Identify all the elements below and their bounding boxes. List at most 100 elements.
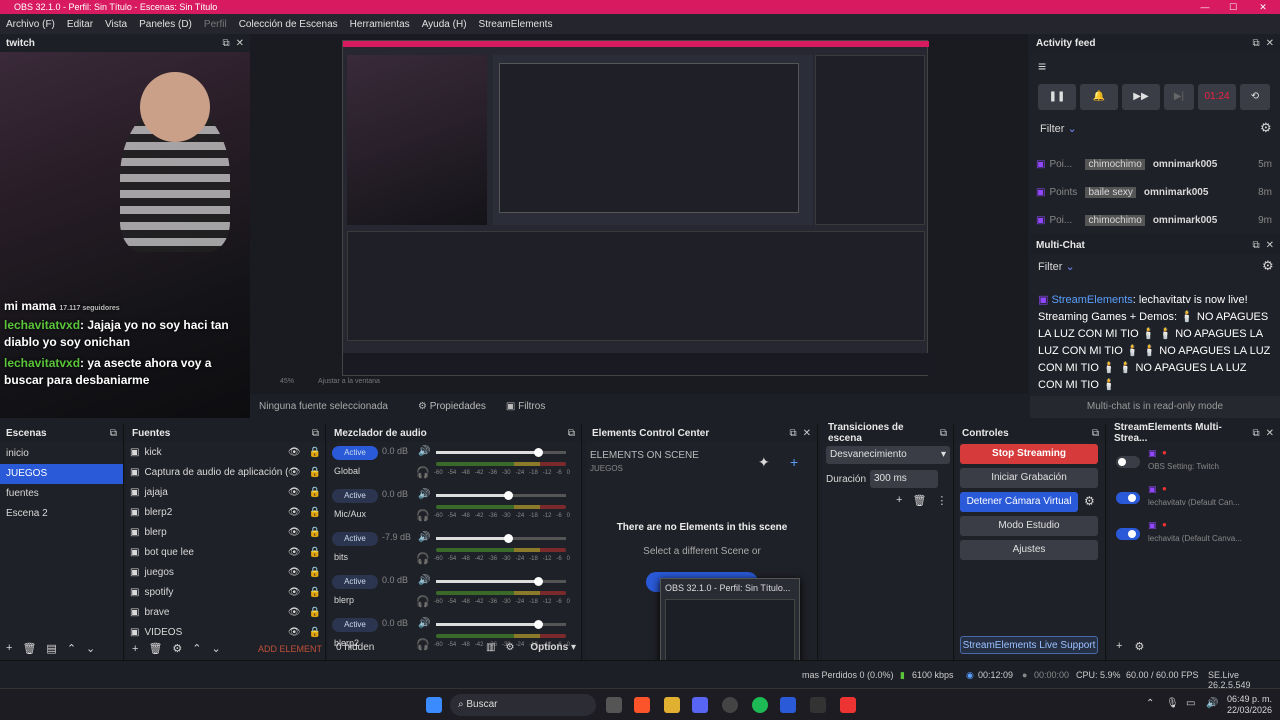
gear-icon[interactable]: ⚙ [1260,120,1272,136]
brave-icon[interactable] [634,697,650,713]
volume-icon[interactable]: 🔊 [418,532,430,543]
slider-handle[interactable] [504,491,513,500]
network-icon[interactable]: ▭ [1186,698,1195,709]
eye-icon[interactable]: 👁 [288,527,301,538]
menu-archivo[interactable]: Archivo (F) [6,19,55,30]
scene-item[interactable]: Escena 2 [0,504,123,524]
options-button[interactable]: Options ▾ [530,642,576,653]
eye-icon[interactable]: 👁 [288,447,301,458]
close-icon[interactable]: ✕ [1266,428,1274,439]
lock-icon[interactable]: 🔒 [309,447,321,458]
filter-dropdown[interactable]: Filter ⌄ [1040,122,1077,135]
float-icon[interactable]: ⧉ [1252,428,1259,439]
volume-icon[interactable]: 🔊 [418,575,430,586]
menu-paneles[interactable]: Paneles (D) [139,19,192,30]
menu-coleccion[interactable]: Colección de Escenas [239,19,338,30]
float-icon[interactable]: ⧉ [789,428,796,439]
windows-start-icon[interactable] [426,697,442,713]
lock-icon[interactable]: 🔒 [309,587,321,598]
chevron-up-icon[interactable]: ⌃ [1146,698,1154,709]
lock-icon[interactable]: 🔒 [309,567,321,578]
headphones-icon[interactable]: 🎧 [416,509,430,522]
channel-name-pill[interactable]: Active [332,446,378,460]
vscode-icon[interactable] [780,697,796,713]
lock-icon[interactable]: 🔒 [309,507,321,518]
filter-dropdown[interactable]: Filter ⌄ [1038,260,1075,273]
skip-icon[interactable]: ▶▶ [1122,84,1160,110]
gear-icon[interactable]: ⚙ [1262,258,1274,274]
clock[interactable]: 06:49 p. m. 22/03/2026 [1226,694,1272,716]
list-item[interactable]: ▣ Poi... chimochimo omnimark005 5m [1036,150,1272,178]
virtual-camera-button[interactable]: Detener Cámara Virtual [960,492,1078,512]
source-item[interactable]: ▣ jajaja 👁 🔒 [126,482,325,502]
close-icon[interactable]: ✕ [803,428,811,439]
up-icon[interactable]: ⌃ [67,642,76,655]
toggle-switch[interactable] [1116,456,1140,468]
bell-icon[interactable]: 🔔 [1080,84,1118,110]
float-icon[interactable]: ⧉ [1092,428,1099,439]
eye-icon[interactable]: 👁 [288,567,301,578]
add-icon[interactable]: + [896,494,902,507]
advanced-icon[interactable]: ⚙ [505,642,514,653]
multistream-item[interactable]: ▣ ● OBS Setting: Twitch [1116,446,1276,478]
properties-button[interactable]: ⚙ Propiedades [418,401,486,412]
down-icon[interactable]: ⌄ [212,642,221,655]
close-icon[interactable]: ✕ [1266,240,1274,251]
channel-name-pill[interactable]: Active [332,575,378,589]
discord-icon[interactable] [692,697,708,713]
studio-mode-button[interactable]: Modo Estudio [960,516,1098,536]
eye-icon[interactable]: 👁 [288,487,301,498]
record-button[interactable]: Iniciar Grabación [960,468,1098,488]
folder-icon[interactable] [664,697,680,713]
multistream-item[interactable]: ▣ ● lechavitatv (Default Can... [1116,482,1276,514]
float-icon[interactable]: ⧉ [312,428,319,439]
menu-herramientas[interactable]: Herramientas [350,19,410,30]
trash-icon[interactable]: 🗑 [148,642,162,655]
volume-icon[interactable]: 🔊 [418,489,430,500]
channel-name-pill[interactable]: Active [332,489,378,503]
filters-button[interactable]: ▣ Filtros [506,401,545,412]
mic-icon[interactable]: 🎙 [1166,698,1179,709]
live-support-button[interactable]: StreamElements Live Support [960,636,1098,654]
headphones-icon[interactable]: 🎧 [416,552,430,565]
transition-select[interactable]: Desvanecimiento ▾ [826,446,950,464]
eye-icon[interactable]: 👁 [288,587,301,598]
minimize-button[interactable]: — [1190,0,1220,14]
float-icon[interactable]: ⧉ [568,428,575,439]
source-item[interactable]: ▣ spotify 👁 🔒 [126,582,325,602]
source-item[interactable]: ▣ Captura de audio de aplicación (E 👁 🔒 [126,462,325,482]
multistream-item[interactable]: ▣ ● lechavita (Default Canva... [1116,518,1276,550]
add-icon[interactable]: + [6,642,12,655]
headphones-icon[interactable]: 🎧 [416,595,430,608]
lock-icon[interactable]: 🔒 [309,627,321,638]
close-icon[interactable]: ✕ [1266,38,1274,49]
app-icon[interactable] [810,697,826,713]
volume-icon[interactable]: 🔊 [418,618,430,629]
float-icon[interactable]: ⧉ [940,428,947,439]
up-icon[interactable]: ⌃ [192,642,201,655]
trash-icon[interactable]: 🗑 [22,642,36,655]
lock-icon[interactable]: 🔒 [309,527,321,538]
close-button[interactable]: ✕ [1248,0,1278,14]
search-box[interactable]: ⌕ Buscar [450,694,596,716]
layout-icon[interactable]: ▥ [486,642,495,653]
lock-icon[interactable]: 🔒 [309,547,321,558]
eye-icon[interactable]: 👁 [288,607,301,618]
channel-name-pill[interactable]: Active [332,532,378,546]
gear-icon[interactable]: ⚙ [172,642,182,655]
close-icon[interactable]: ✕ [236,38,244,49]
slider-handle[interactable] [534,577,543,586]
settings-button[interactable]: Ajustes [960,540,1098,560]
slider-handle[interactable] [534,620,543,629]
trash-icon[interactable]: 🗑 [912,494,926,507]
toggle-switch[interactable] [1116,528,1140,540]
volume-icon[interactable]: 🔊 [418,446,430,457]
source-item[interactable]: ▣ brave 👁 🔒 [126,602,325,622]
sparkle-icon[interactable]: ✦ [758,454,770,471]
add-icon[interactable]: + [790,454,798,470]
source-item[interactable]: ▣ juegos 👁 🔒 [126,562,325,582]
source-item[interactable]: ▣ blerp2 👁 🔒 [126,502,325,522]
lock-icon[interactable]: 🔒 [309,487,321,498]
gear-icon[interactable]: ⚙ [1134,640,1144,653]
preview-area[interactable]: 45% Ajustar a la ventana [250,34,1028,394]
